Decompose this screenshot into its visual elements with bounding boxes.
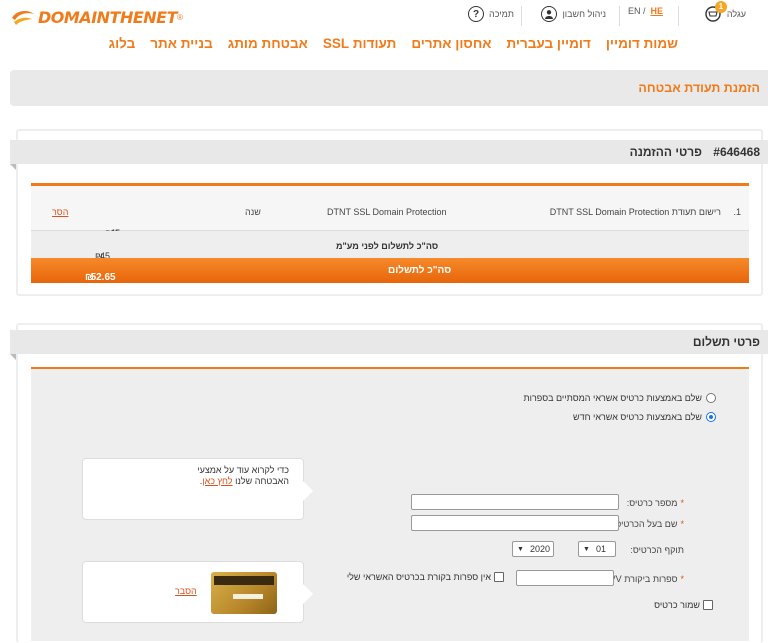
payment-title: פרטי תשלום bbox=[692, 335, 760, 349]
registered-mark: ® bbox=[177, 12, 183, 22]
language-switcher[interactable]: EN / HE bbox=[628, 6, 663, 16]
cart-count-badge: 1 bbox=[714, 1, 727, 13]
radio-saved-card-label: שלם באמצעות כרטיס אשראי המסתיים בספרות bbox=[523, 393, 702, 403]
cvv-explain-link[interactable]: הסבר bbox=[175, 586, 197, 596]
cart-icon: 1 bbox=[704, 1, 727, 22]
cart-label: עגלה bbox=[726, 9, 746, 19]
cart-link[interactable]: עגלה 1 bbox=[704, 1, 746, 22]
account-link[interactable]: ניהול חשבון bbox=[541, 6, 606, 22]
checkbox[interactable] bbox=[494, 572, 504, 582]
radio-new-card-label: שלם באמצעות כרטיס אשראי חדש bbox=[573, 412, 702, 422]
header-fold bbox=[10, 164, 16, 170]
no-cvv-label: אין ספרות בקורת בכרטיס האשראי שלי bbox=[346, 572, 491, 582]
radio-saved-card[interactable]: שלם באמצעות כרטיס אשראי המסתיים בספרות bbox=[523, 393, 716, 403]
subtotal-label: סה"כ לתשלום לפני מע"מ bbox=[336, 241, 439, 251]
header-fold bbox=[10, 354, 16, 360]
order-table: 1. רישום תעודת DTNT SSL Domain Protectio… bbox=[31, 183, 749, 283]
item-product: DTNT SSL Domain Protection bbox=[327, 207, 447, 217]
expiry-label: תוקף הכרטיס: bbox=[630, 545, 684, 555]
checkbox[interactable] bbox=[703, 600, 713, 610]
logo-text: DOMAINTHENET bbox=[38, 7, 178, 27]
divider bbox=[678, 6, 679, 26]
logo[interactable]: DOMAINTHENET ® bbox=[10, 5, 183, 29]
total-value: ₪ 52.65 bbox=[85, 272, 116, 283]
top-bar: DOMAINTHENET ® עגלה 1 EN / HE ניהול חשבון … bbox=[0, 0, 768, 33]
divider bbox=[521, 6, 522, 26]
lang-en[interactable]: EN / bbox=[628, 6, 646, 16]
total-row: סה"כ לתשלום ₪ 52.65 bbox=[31, 258, 749, 283]
subtotal-value: ₪ 45 bbox=[95, 251, 111, 261]
item-period: שנה bbox=[245, 207, 261, 217]
no-cvv-checkbox[interactable]: אין ספרות בקורת בכרטיס האשראי שלי bbox=[347, 572, 504, 582]
lang-he[interactable]: HE bbox=[650, 6, 663, 16]
total-label: סה"כ לתשלום bbox=[388, 265, 452, 276]
subtotal-row: סה"כ לתשלום לפני מע"מ ₪ 45 bbox=[31, 231, 749, 261]
dropdown-arrow-icon: ▼ bbox=[517, 545, 524, 553]
card-holder-input[interactable] bbox=[411, 515, 619, 531]
card-holder-label: *שם בעל הכרטיס: bbox=[612, 519, 684, 529]
expiry-month-select[interactable]: ▼ 01 bbox=[578, 541, 616, 557]
dropdown-arrow-icon: ▼ bbox=[583, 545, 590, 553]
item-index: 1. bbox=[733, 207, 741, 217]
payment-header: פרטי תשלום bbox=[10, 330, 768, 360]
order-details-header: #646468 פרטי ההזמנה bbox=[10, 140, 768, 170]
security-tip-link[interactable]: לחץ כאן bbox=[202, 476, 232, 486]
remove-item-link[interactable]: הסר bbox=[52, 207, 68, 217]
nav-item-brand-protection[interactable]: אבטחת מותג bbox=[228, 36, 308, 56]
order-title: #646468 פרטי ההזמנה bbox=[630, 145, 760, 159]
main-nav: שמות דומיין דומיין בעברית אחסון אתרים תע… bbox=[109, 36, 678, 56]
nav-item-domains[interactable]: שמות דומיין bbox=[606, 36, 678, 56]
help-icon: ? bbox=[468, 6, 484, 22]
page-title-bar: הזמנת תעודת אבטחה bbox=[10, 70, 768, 106]
save-card-checkbox[interactable]: שמור כרטיס bbox=[654, 600, 713, 610]
divider bbox=[619, 6, 620, 26]
card-number-input[interactable] bbox=[411, 494, 619, 510]
expiry-year-select[interactable]: ▼ 2020 bbox=[512, 541, 554, 557]
cvv-explain-box: הסבר bbox=[82, 561, 313, 623]
page-title: הזמנת תעודת אבטחה bbox=[638, 81, 760, 95]
order-title-label: פרטי ההזמנה bbox=[629, 145, 702, 159]
security-tip-text: כדי לקרוא עוד על אמצעי האבטחה שלנו לחץ כ… bbox=[197, 465, 289, 486]
nav-item-hosting[interactable]: אחסון אתרים bbox=[411, 36, 491, 56]
order-number: #646468 bbox=[713, 145, 760, 159]
radio-button[interactable] bbox=[706, 393, 716, 403]
user-icon bbox=[541, 6, 558, 22]
cvv-input[interactable] bbox=[516, 570, 614, 586]
card-number-label: *מספר כרטיס: bbox=[626, 498, 684, 508]
nav-item-hebrew-domains[interactable]: דומיין בעברית bbox=[507, 36, 591, 56]
nav-item-blog[interactable]: בלוג bbox=[109, 36, 136, 56]
support-label: תמיכה bbox=[489, 9, 514, 19]
account-label: ניהול חשבון bbox=[562, 9, 606, 19]
security-tip-box: כדי לקרוא עוד על אמצעי האבטחה שלנו לחץ כ… bbox=[82, 458, 313, 520]
logo-swoosh-icon bbox=[12, 10, 34, 25]
table-row: 1. רישום תעודת DTNT SSL Domain Protectio… bbox=[31, 186, 749, 238]
nav-item-website-builder[interactable]: בניית אתר bbox=[150, 36, 212, 56]
nav-item-ssl[interactable]: תעודות SSL bbox=[323, 36, 396, 56]
item-price: ₪ 45 bbox=[105, 207, 120, 238]
radio-button-selected[interactable] bbox=[706, 412, 716, 422]
save-card-label: שמור כרטיס bbox=[654, 600, 700, 610]
item-description: רישום תעודת DTNT SSL Domain Protection bbox=[549, 207, 721, 217]
radio-new-card[interactable]: שלם באמצעות כרטיס אשראי חדש bbox=[573, 412, 716, 422]
credit-card-icon bbox=[211, 572, 277, 614]
support-link[interactable]: תמיכה ? bbox=[468, 6, 514, 22]
